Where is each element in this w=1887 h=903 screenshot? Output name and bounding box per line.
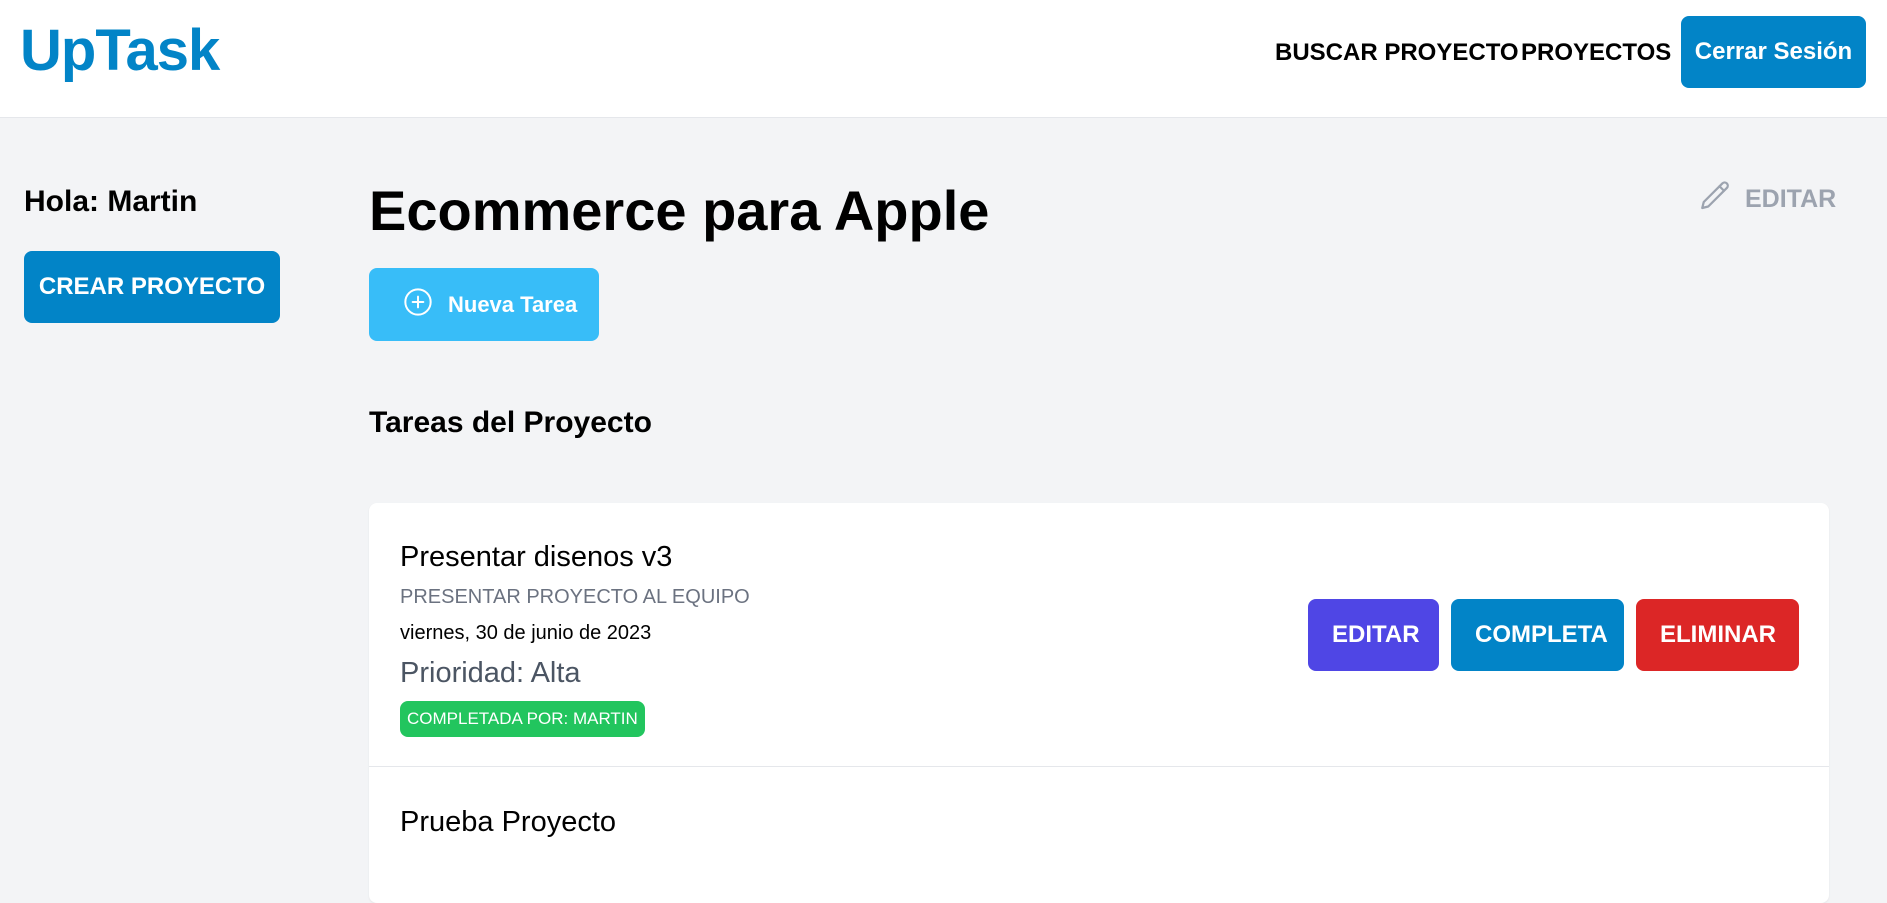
new-task-label: Nueva Tarea xyxy=(448,291,578,317)
logout-button[interactable]: Cerrar Sesión xyxy=(1681,16,1866,88)
tasks-list: Presentar disenos v3 PRESENTAR PROYECTO … xyxy=(369,503,1829,903)
create-project-button[interactable]: CREAR PROYECTO xyxy=(24,251,280,323)
project-title: Ecommerce para Apple xyxy=(369,179,990,242)
task-name: Prueba Proyecto xyxy=(400,806,617,838)
task-description: PRESENTAR PROYECTO AL EQUIPO xyxy=(400,586,750,608)
edit-task-button[interactable]: EDITAR xyxy=(1308,599,1439,671)
user-greeting: Hola: Martin xyxy=(24,185,198,218)
task-name: Presentar disenos v3 xyxy=(400,541,673,573)
plus-circle-icon xyxy=(402,286,434,324)
top-header: UpTask BUSCAR PROYECTO PROYECTOS Cerrar … xyxy=(0,0,1887,118)
completed-by-badge: COMPLETADA POR: MARTIN xyxy=(400,701,645,737)
delete-task-button[interactable]: ELIMINAR xyxy=(1636,599,1799,671)
task-priority: Prioridad: Alta xyxy=(400,657,581,689)
task-date: viernes, 30 de junio de 2023 xyxy=(400,622,652,644)
tasks-section-title: Tareas del Proyecto xyxy=(369,406,652,439)
nav-search-projects-link[interactable]: BUSCAR PROYECTO xyxy=(1275,38,1519,68)
nav-projects-link[interactable]: PROYECTOS xyxy=(1521,38,1671,68)
app-logo[interactable]: UpTask xyxy=(20,16,220,86)
complete-task-button[interactable]: COMPLETA xyxy=(1451,599,1624,671)
task-item: Presentar disenos v3 PRESENTAR PROYECTO … xyxy=(369,503,1829,767)
new-task-button[interactable]: Nueva Tarea xyxy=(369,268,599,341)
task-item: Prueba Proyecto xyxy=(369,767,1829,903)
edit-project-label: EDITAR xyxy=(1745,185,1837,213)
edit-project-link[interactable]: EDITAR xyxy=(1697,178,1836,221)
pencil-icon xyxy=(1697,178,1733,221)
task-actions: EDITAR COMPLETA ELIMINAR xyxy=(1308,599,1799,671)
